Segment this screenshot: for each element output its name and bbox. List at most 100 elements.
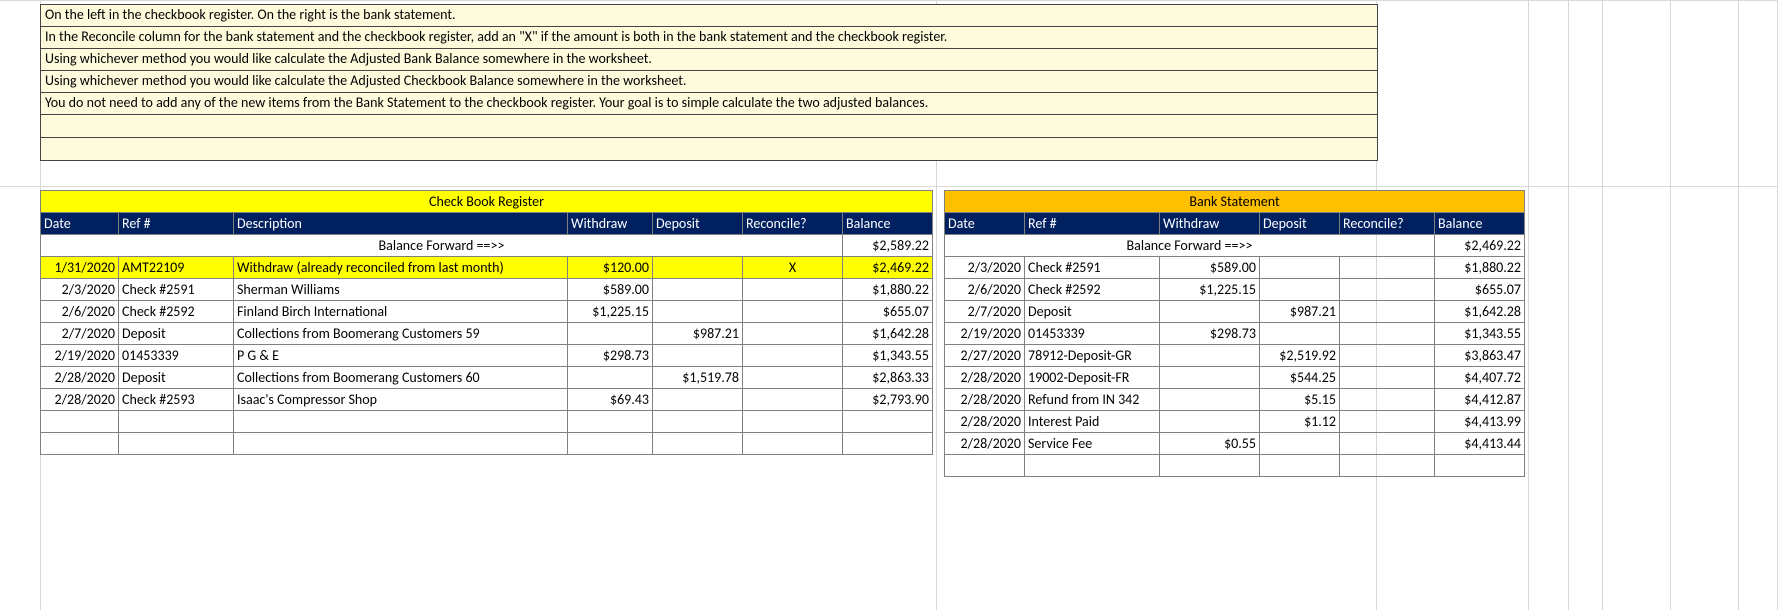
cell-date[interactable]: 2/6/2020 <box>945 279 1025 301</box>
cell-balance[interactable]: $2,793.90 <box>843 389 933 411</box>
cell-reconcile[interactable] <box>743 279 843 301</box>
cell-date[interactable]: 1/31/2020 <box>41 257 119 279</box>
cell-deposit[interactable] <box>653 257 743 279</box>
cell-ref[interactable]: Check #2593 <box>119 389 234 411</box>
cell-ref[interactable]: Interest Paid <box>1025 411 1160 433</box>
table-row[interactable]: 2/6/2020Check #2592Finland Birch Interna… <box>41 301 933 323</box>
table-row[interactable]: 2/28/2020DepositCollections from Boomera… <box>41 367 933 389</box>
cell-withdraw[interactable]: $589.00 <box>568 279 653 301</box>
cell-deposit[interactable]: $544.25 <box>1260 367 1340 389</box>
cell-desc[interactable]: P G & E <box>234 345 568 367</box>
cell-date[interactable]: 2/3/2020 <box>945 257 1025 279</box>
cell-withdraw[interactable]: $298.73 <box>568 345 653 367</box>
cell-date[interactable]: 2/7/2020 <box>945 301 1025 323</box>
cell-reconcile[interactable] <box>1340 367 1435 389</box>
cell-ref[interactable]: AMT22109 <box>119 257 234 279</box>
cell-deposit[interactable] <box>1260 433 1340 455</box>
cell-balance[interactable]: $655.07 <box>1435 279 1525 301</box>
cell-balance[interactable]: $4,413.44 <box>1435 433 1525 455</box>
cell-deposit[interactable] <box>653 301 743 323</box>
cell-deposit[interactable]: $2,519.92 <box>1260 345 1340 367</box>
cell-balance[interactable]: $1,642.28 <box>1435 301 1525 323</box>
spreadsheet-canvas[interactable]: On the left in the checkbook register. O… <box>0 0 1778 610</box>
cell-withdraw[interactable] <box>1160 301 1260 323</box>
cell-balance[interactable]: $4,407.72 <box>1435 367 1525 389</box>
cell-date[interactable]: 2/6/2020 <box>41 301 119 323</box>
cell-date[interactable]: 2/19/2020 <box>945 323 1025 345</box>
cell-balance[interactable]: $2,863.33 <box>843 367 933 389</box>
cell-reconcile[interactable] <box>743 345 843 367</box>
cell-date[interactable]: 2/28/2020 <box>41 389 119 411</box>
cell-desc[interactable]: Withdraw (already reconciled from last m… <box>234 257 568 279</box>
cell-reconcile[interactable] <box>1340 433 1435 455</box>
cell-balance[interactable]: $1,880.22 <box>1435 257 1525 279</box>
cell-withdraw[interactable] <box>1160 411 1260 433</box>
cell-date[interactable]: 2/28/2020 <box>945 411 1025 433</box>
table-row[interactable]: 2/3/2020Check #2591Sherman Williams$589.… <box>41 279 933 301</box>
cell-date[interactable]: 2/19/2020 <box>41 345 119 367</box>
table-row[interactable] <box>41 411 933 433</box>
cell-deposit[interactable] <box>653 345 743 367</box>
cell-deposit[interactable]: $1.12 <box>1260 411 1340 433</box>
cell-reconcile[interactable] <box>1340 323 1435 345</box>
table-row[interactable]: 2/28/2020Service Fee$0.55$4,413.44 <box>945 433 1525 455</box>
cell-balance[interactable]: $4,413.99 <box>1435 411 1525 433</box>
cell-deposit[interactable]: $5.15 <box>1260 389 1340 411</box>
cell-reconcile[interactable] <box>1340 279 1435 301</box>
cell-reconcile[interactable] <box>743 323 843 345</box>
table-row[interactable]: 2/28/202019002-Deposit-FR$544.25$4,407.7… <box>945 367 1525 389</box>
cell-withdraw[interactable]: $69.43 <box>568 389 653 411</box>
cell-reconcile[interactable] <box>1340 301 1435 323</box>
cell-desc[interactable]: Isaac's Compressor Shop <box>234 389 568 411</box>
cell-ref[interactable]: Check #2591 <box>1025 257 1160 279</box>
cell-ref[interactable]: Deposit <box>119 367 234 389</box>
cell-withdraw[interactable] <box>1160 367 1260 389</box>
cell-date[interactable]: 2/28/2020 <box>945 389 1025 411</box>
cell-withdraw[interactable]: $1,225.15 <box>1160 279 1260 301</box>
cell-balance[interactable]: $1,343.55 <box>843 345 933 367</box>
cell-deposit[interactable]: $987.21 <box>1260 301 1340 323</box>
cell-ref[interactable]: Check #2591 <box>119 279 234 301</box>
cell-balance[interactable]: $655.07 <box>843 301 933 323</box>
cell-reconcile[interactable] <box>1340 411 1435 433</box>
cell-reconcile[interactable] <box>743 367 843 389</box>
cell-reconcile[interactable] <box>1340 389 1435 411</box>
cell-balance[interactable]: $1,880.22 <box>843 279 933 301</box>
table-row[interactable]: 2/6/2020Check #2592$1,225.15 $655.07 <box>945 279 1525 301</box>
table-row[interactable] <box>41 433 933 455</box>
cell-withdraw[interactable]: $1,225.15 <box>568 301 653 323</box>
cell-withdraw[interactable]: $298.73 <box>1160 323 1260 345</box>
cell-date[interactable]: 2/27/2020 <box>945 345 1025 367</box>
cell-ref[interactable]: 78912-Deposit-GR <box>1025 345 1160 367</box>
cell-deposit[interactable]: $1,519.78 <box>653 367 743 389</box>
cell-withdraw[interactable]: $589.00 <box>1160 257 1260 279</box>
table-row[interactable]: 2/19/202001453339$298.73$1,343.55 <box>945 323 1525 345</box>
cell-date[interactable]: 2/28/2020 <box>945 367 1025 389</box>
cell-deposit[interactable] <box>653 389 743 411</box>
cell-balance[interactable]: $1,642.28 <box>843 323 933 345</box>
cell-desc[interactable]: Sherman Williams <box>234 279 568 301</box>
cell-withdraw[interactable]: $120.00 <box>568 257 653 279</box>
table-row[interactable]: 2/28/2020Refund from IN 342$5.15$4,412.8… <box>945 389 1525 411</box>
cell-ref[interactable]: Check #2592 <box>1025 279 1160 301</box>
table-row[interactable]: 2/19/202001453339P G & E$298.73$1,343.55 <box>41 345 933 367</box>
table-row[interactable]: 2/7/2020DepositCollections from Boomeran… <box>41 323 933 345</box>
cell-reconcile[interactable] <box>1340 257 1435 279</box>
table-row[interactable]: 1/31/2020AMT22109Withdraw (already recon… <box>41 257 933 279</box>
cell-reconcile[interactable] <box>743 389 843 411</box>
cell-date[interactable]: 2/28/2020 <box>41 367 119 389</box>
cell-withdraw[interactable]: $0.55 <box>1160 433 1260 455</box>
cell-withdraw[interactable] <box>1160 345 1260 367</box>
cell-deposit[interactable]: $987.21 <box>653 323 743 345</box>
cell-date[interactable]: 2/3/2020 <box>41 279 119 301</box>
cell-deposit[interactable] <box>653 279 743 301</box>
cell-desc[interactable]: Collections from Boomerang Customers 60 <box>234 367 568 389</box>
cell-withdraw[interactable] <box>568 367 653 389</box>
cell-ref[interactable]: Deposit <box>119 323 234 345</box>
cell-ref[interactable]: 01453339 <box>1025 323 1160 345</box>
cell-date[interactable]: 2/28/2020 <box>945 433 1025 455</box>
cell-balance[interactable]: $2,469.22 <box>843 257 933 279</box>
table-row[interactable]: 2/27/202078912-Deposit-GR$2,519.92$3,863… <box>945 345 1525 367</box>
cell-withdraw[interactable] <box>568 323 653 345</box>
table-row[interactable]: 2/3/2020Check #2591$589.00 $1,880.22 <box>945 257 1525 279</box>
